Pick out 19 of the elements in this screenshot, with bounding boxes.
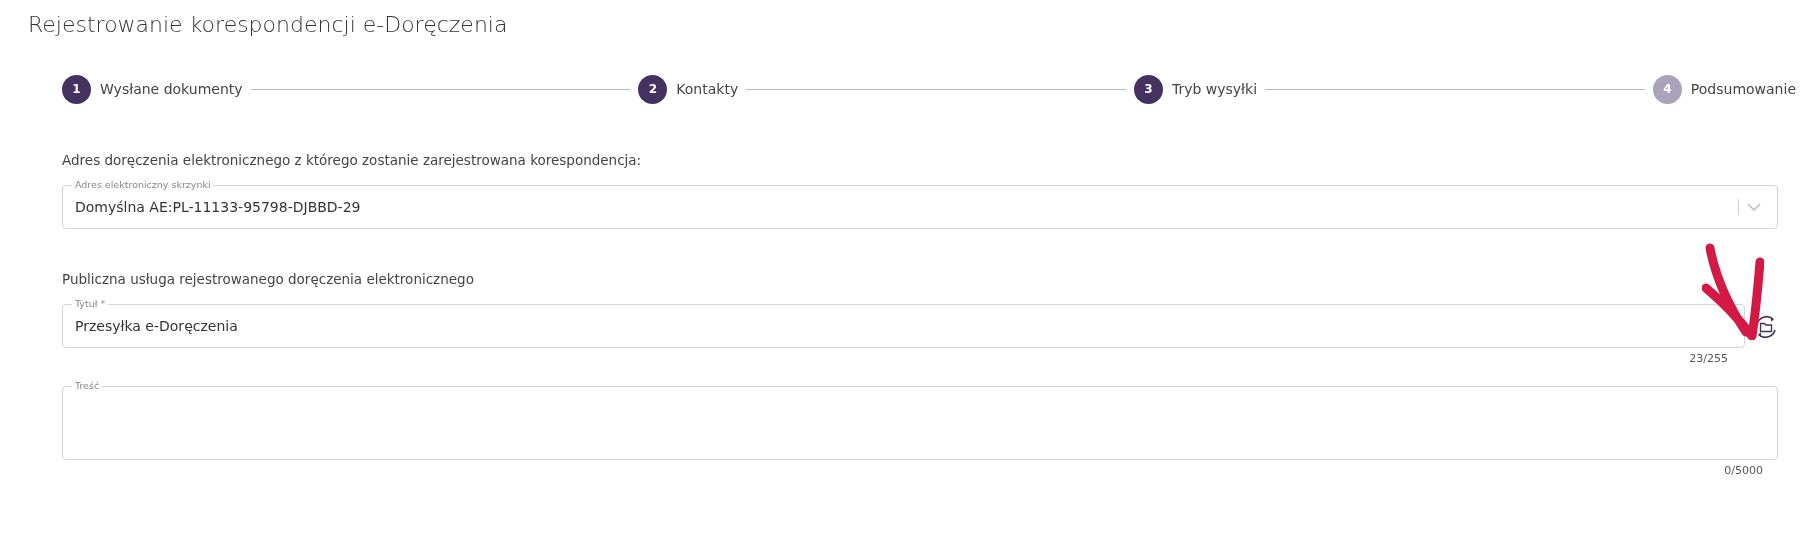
step-number: 3: [1133, 74, 1163, 104]
step-number: 4: [1652, 74, 1682, 104]
step-number: 1: [62, 74, 91, 104]
step-label[interactable]: Podsumowanie: [1690, 81, 1796, 97]
step-label[interactable]: Kontakty: [676, 81, 739, 97]
chevron-down-icon: [1747, 202, 1761, 212]
field-value: Przesyłka e-Doręczenia: [75, 318, 239, 334]
field-label: Treść: [72, 379, 103, 392]
field-label: Tytuł *: [72, 297, 109, 310]
page-title: Rejestrowanie korespondencji e-Doręczenia: [28, 12, 508, 37]
field-label: Adres elektroniczny skrzynki: [72, 178, 214, 191]
step-label[interactable]: Tryb wysyłki: [1171, 81, 1258, 97]
section-heading: Adres doręczenia elektronicznego z którego zostanie zarejestrowana korespondencja:: [62, 152, 643, 168]
step-number: 2: [638, 74, 668, 104]
field-value: Domyślna AE:PL-11133-95798-DJBBD-29: [75, 199, 362, 215]
step-label[interactable]: Wysłane dokumenty: [100, 81, 243, 97]
section-heading: Publiczna usługa rejestrowanego doręczenia elektronicznego: [62, 271, 475, 287]
character-counter: 0/5000: [1723, 464, 1764, 477]
character-counter: 23/255: [1688, 352, 1729, 365]
